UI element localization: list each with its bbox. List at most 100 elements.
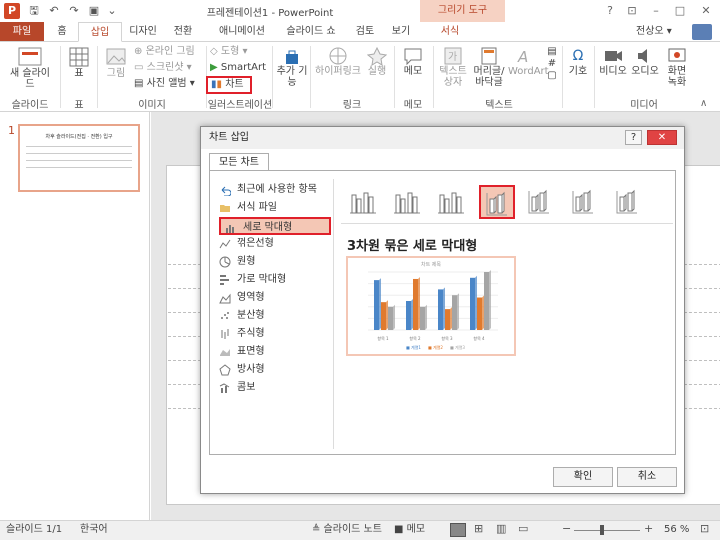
collapse-ribbon-icon[interactable]: ∧	[700, 98, 707, 109]
user-account[interactable]: 전상오 ▾	[636, 22, 686, 41]
zoom-level[interactable]: 56 %	[664, 520, 689, 540]
video-icon	[605, 51, 622, 61]
chart-subtype-item[interactable]	[347, 185, 383, 219]
avatar[interactable]	[692, 24, 712, 40]
screenshot-button[interactable]: ▭ 스크린샷 ▾	[134, 62, 204, 73]
chart-category-item[interactable]: 꺾은선형	[215, 235, 321, 253]
chart-button[interactable]: ▮▮ 차트	[206, 76, 252, 94]
chart-category-item[interactable]: 서식 파일	[215, 199, 321, 217]
chart-category-item[interactable]: 콤보	[215, 379, 321, 397]
chart-subtype-item[interactable]	[435, 185, 471, 219]
start-slideshow-icon[interactable]: ▣	[86, 3, 102, 19]
zoom-slider-thumb[interactable]	[600, 525, 604, 535]
dialog-close-button[interactable]: ✕	[647, 130, 677, 145]
chart-category-label: 주식형	[237, 328, 265, 339]
preview-bar-side	[411, 299, 413, 330]
online-picture-button[interactable]: ⊕ 온라인 그림	[134, 46, 204, 57]
tab-slideshow[interactable]: 슬라이드 쇼	[278, 22, 344, 41]
tab-format[interactable]: 서식	[425, 22, 475, 41]
audio-button[interactable]: 오디오	[630, 46, 660, 77]
chart-subtype-item[interactable]	[611, 185, 647, 219]
text-small-buttons[interactable]: ▤ # ▢	[544, 46, 560, 82]
save-icon[interactable]: 🖫	[26, 3, 42, 19]
reading-view-icon[interactable]: ▥	[496, 522, 506, 535]
group-separator	[97, 46, 98, 108]
help-icon[interactable]: ?	[602, 3, 618, 19]
tab-review[interactable]: 검토	[350, 22, 380, 41]
addin-button[interactable]: 추가 기능	[276, 46, 308, 88]
preview-title: 차트 제목	[421, 261, 441, 268]
pie-chart-icon	[219, 256, 231, 268]
screen-recording-icon	[668, 48, 686, 62]
chart-subtype-item[interactable]	[479, 185, 515, 219]
notes-button[interactable]: ≜ 슬라이드 노트	[312, 520, 382, 540]
ribbon-display-icon[interactable]: ⊡	[624, 3, 640, 19]
chart-subtype-item[interactable]	[391, 185, 427, 219]
chart-category-item[interactable]: 최근에 사용한 항목	[215, 181, 321, 199]
symbol-button[interactable]: Ω 기호	[566, 46, 590, 77]
picture-button[interactable]: 그림	[102, 46, 130, 79]
group-label-links: 링크	[342, 100, 362, 111]
tab-animations[interactable]: 애니메이션	[212, 22, 272, 41]
slideshow-view-icon[interactable]: ▭	[518, 522, 528, 535]
chart-category-item[interactable]: 원형	[215, 253, 321, 271]
tab-transitions[interactable]: 전환	[166, 22, 200, 41]
preview-category-label: 항목 3	[441, 335, 453, 341]
new-slide-button[interactable]: 새 슬라이드	[6, 46, 54, 90]
context-tab-header: 그리기 도구	[420, 0, 505, 22]
chart-category-item[interactable]: 방사형	[215, 361, 321, 379]
redo-icon[interactable]: ↷	[66, 3, 82, 19]
powerpoint-logo-icon: P	[4, 3, 20, 19]
column-chart-subtype-icon	[486, 191, 507, 216]
undo-icon[interactable]: ↶	[46, 3, 62, 19]
close-icon[interactable]: ✕	[698, 3, 714, 19]
tab-all-charts[interactable]: 모든 차트	[209, 153, 269, 171]
maximize-icon[interactable]: □	[672, 3, 688, 19]
textbox-button[interactable]: 가 텍스트 상자	[436, 46, 470, 88]
preview-bar-side	[418, 276, 420, 330]
chart-preview[interactable]: 차트 제목 항목 1 항목 2 항목 3 항목 4 ■ 계열1 ■ 계열2 ■ 계열3	[346, 256, 516, 356]
shapes-button[interactable]: ◇ 도형 ▾	[210, 46, 270, 57]
action-button[interactable]: 실행	[364, 46, 390, 77]
header-footer-button[interactable]: 머리글/ 바닥글	[470, 46, 508, 88]
photo-album-button[interactable]: ▤ 사진 앨범 ▾	[134, 78, 204, 89]
zoom-in-icon[interactable]: +	[644, 522, 653, 535]
chart-subtype-item[interactable]	[523, 185, 559, 219]
chart-subtype-item[interactable]	[567, 185, 603, 219]
preview-bar	[484, 272, 489, 330]
slide-sorter-icon[interactable]: ⊞	[474, 522, 483, 535]
smartart-button[interactable]: ▶ SmartArt	[210, 62, 270, 73]
chart-category-item[interactable]: 가로 막대형	[215, 271, 321, 289]
slide-thumbnail[interactable]: 차후 슬라이드(전집 · 전환) 입구	[18, 124, 140, 192]
chart-category-item[interactable]: 주식형	[215, 325, 321, 343]
language-indicator[interactable]: 한국어	[80, 520, 108, 540]
column-chart-icon	[226, 225, 234, 233]
video-button[interactable]: 비디오	[598, 46, 628, 77]
minimize-icon[interactable]: –	[648, 3, 664, 19]
comment-button[interactable]: 메모	[398, 46, 428, 77]
zoom-slider-track[interactable]	[574, 530, 640, 531]
hyperlink-button[interactable]: 하이퍼링크	[312, 46, 364, 77]
chart-category-item[interactable]: 표면형	[215, 343, 321, 361]
chart-category-item[interactable]: 세로 막대형	[219, 217, 331, 235]
cancel-button[interactable]: 취소	[617, 467, 677, 487]
chart-category-item[interactable]: 분산형	[215, 307, 321, 325]
tab-view[interactable]: 보기	[386, 22, 416, 41]
comments-button[interactable]: ■ 메모	[394, 520, 425, 540]
tab-design[interactable]: 디자인	[126, 22, 160, 41]
chart-category-label: 원형	[237, 256, 256, 267]
fit-slide-icon[interactable]: ⊡	[700, 522, 709, 535]
chart-category-item[interactable]: 영역형	[215, 289, 321, 307]
tab-file[interactable]: 파일	[0, 22, 44, 41]
dialog-help-button[interactable]: ?	[625, 130, 642, 145]
chart-icon-bar: ▮	[216, 79, 226, 90]
normal-view-icon[interactable]	[450, 523, 466, 537]
customize-qat-icon[interactable]: ⌄	[104, 3, 120, 19]
tab-home[interactable]: 홈	[50, 22, 74, 41]
tab-insert[interactable]: 삽입	[78, 22, 122, 42]
screen-recording-button[interactable]: 화면 녹화	[662, 46, 692, 88]
ok-button[interactable]: 확인	[553, 467, 613, 487]
wordart-button[interactable]: A WordArt	[508, 46, 549, 77]
table-button[interactable]: 표	[64, 46, 94, 79]
zoom-out-icon[interactable]: −	[562, 522, 571, 535]
